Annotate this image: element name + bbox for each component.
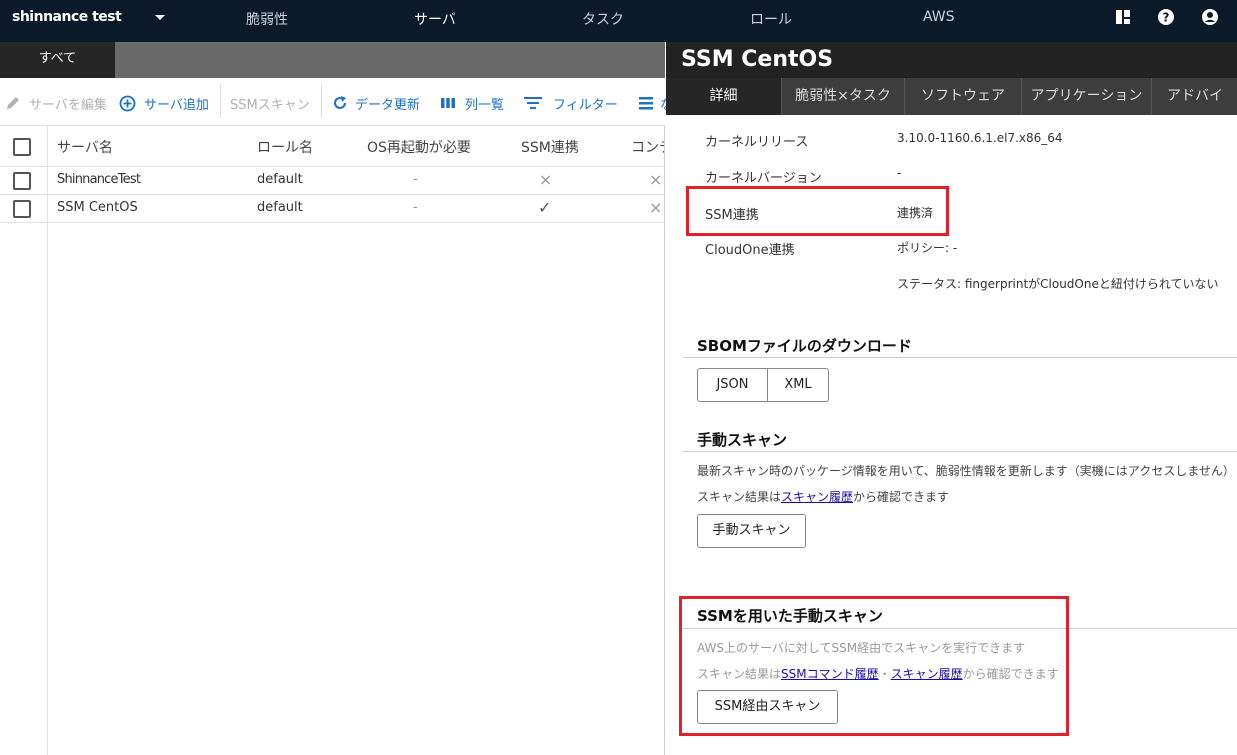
pencil-icon bbox=[7, 97, 19, 109]
ssm-status-cross-icon: × bbox=[539, 170, 553, 189]
detail-tabs: 詳細 脆弱性×タスク ソフトウェア アプリケーション アドバイ bbox=[666, 78, 1237, 115]
layout-icon[interactable] bbox=[1114, 8, 1132, 26]
caret-down-icon[interactable] bbox=[154, 11, 166, 23]
filter-button[interactable]: フィルター bbox=[524, 94, 618, 113]
refresh-icon bbox=[334, 96, 346, 109]
row-checkbox[interactable] bbox=[13, 172, 31, 190]
toolbar-divider bbox=[321, 84, 322, 118]
filter-icon bbox=[524, 97, 542, 109]
top-navbar: shinnance test 脆弱性 サーバ タスク ロール AWS ? bbox=[0, 0, 1237, 42]
cloudone-status-value: ステータス: fingerprintがCloudOneと紐付けられていない bbox=[897, 277, 1219, 291]
section-divider bbox=[683, 451, 1237, 452]
sbom-json-button[interactable]: JSON bbox=[697, 368, 768, 402]
ssm-link-value: 連携済 bbox=[897, 206, 934, 220]
ssm-scan-description: AWS上のサーバに対してSSM経由でスキャンを実行できます bbox=[697, 641, 1026, 655]
row-checkbox[interactable] bbox=[13, 200, 31, 218]
refresh-data-label: データ更新 bbox=[355, 98, 421, 113]
tab-application[interactable]: アプリケーション bbox=[1022, 78, 1152, 115]
column-header-reboot-required[interactable]: OS再起動が必要 bbox=[367, 137, 471, 157]
ssm-link-label: SSM連携 bbox=[705, 208, 759, 223]
kernel-version-value: - bbox=[897, 166, 902, 180]
result-note-prefix: スキャン結果は bbox=[697, 490, 782, 504]
add-server-label: サーバ追加 bbox=[144, 98, 209, 113]
column-header-server-name[interactable]: サーバ名 bbox=[57, 137, 113, 157]
server-detail-panel: SSM CentOS 詳細 脆弱性×タスク ソフトウェア アプリケーション アド… bbox=[666, 42, 1237, 755]
manual-scan-result-note: スキャン結果はスキャン履歴から確認できます bbox=[697, 488, 949, 505]
table-row[interactable]: SSM CentOS default - ✓ × bbox=[0, 195, 664, 223]
table-header-row: サーバ名 ロール名 OS再起動が必要 SSM連携 コンテ bbox=[0, 126, 664, 167]
tab-advisory[interactable]: アドバイ bbox=[1152, 78, 1237, 115]
columns-icon bbox=[441, 98, 455, 108]
columns-label: 列一覧 bbox=[465, 98, 505, 113]
panel-title: SSM CentOS bbox=[681, 47, 834, 72]
server-group-tabs: すべて bbox=[0, 42, 665, 78]
table-row[interactable]: ShinnanceTest default - × × bbox=[0, 167, 664, 195]
panel-header: SSM CentOS bbox=[666, 42, 1237, 78]
server-name-cell[interactable]: SSM CentOS bbox=[57, 200, 138, 215]
kernel-release-value: 3.10.0-1160.6.1.el7.x86_64 bbox=[897, 131, 1063, 145]
nav-vulnerability[interactable]: 脆弱性 bbox=[246, 9, 288, 29]
container-status-cross-icon: × bbox=[649, 170, 663, 189]
edit-server-button: サーバを編集 bbox=[5, 94, 107, 113]
add-server-button[interactable]: サーバ追加 bbox=[119, 94, 209, 113]
ssm-command-history-link[interactable]: SSMコマンド履歴 bbox=[781, 667, 879, 681]
refresh-data-button[interactable]: データ更新 bbox=[332, 94, 420, 113]
result-note-suffix: から確認できます bbox=[853, 490, 950, 504]
section-divider bbox=[683, 357, 1237, 358]
manual-scan-section-title: 手動スキャン bbox=[697, 431, 788, 449]
cloudone-link-label: CloudOne連携 bbox=[705, 243, 795, 258]
tab-vuln-task[interactable]: 脆弱性×タスク bbox=[782, 78, 905, 115]
ssm-scan-result-note: スキャン結果はSSMコマンド履歴・スキャン履歴から確認できます bbox=[697, 665, 1059, 682]
column-header-container[interactable]: コンテ bbox=[631, 137, 664, 157]
server-table: サーバ名 ロール名 OS再起動が必要 SSM連携 コンテ ShinnanceTe… bbox=[0, 126, 665, 755]
scan-history-link[interactable]: スキャン履歴 bbox=[891, 667, 963, 681]
edit-server-label: サーバを編集 bbox=[29, 98, 107, 113]
nav-role[interactable]: ロール bbox=[750, 9, 792, 29]
result-note-suffix: から確認できます bbox=[962, 667, 1059, 681]
tab-software[interactable]: ソフトウェア bbox=[905, 78, 1022, 115]
columns-button[interactable]: 列一覧 bbox=[440, 94, 504, 113]
reboot-cell: - bbox=[413, 200, 418, 215]
kernel-version-label: カーネルバージョン bbox=[705, 171, 822, 186]
tab-all[interactable]: すべて bbox=[0, 42, 115, 78]
column-header-role-name[interactable]: ロール名 bbox=[257, 137, 313, 157]
kernel-release-label: カーネルリリース bbox=[705, 135, 809, 150]
nav-task[interactable]: タスク bbox=[582, 9, 624, 29]
scan-history-link[interactable]: スキャン履歴 bbox=[781, 490, 853, 504]
add-circle-icon bbox=[119, 95, 136, 112]
org-name[interactable]: shinnance test bbox=[12, 9, 122, 25]
reboot-cell: - bbox=[413, 172, 418, 187]
filter-label: フィルター bbox=[553, 98, 618, 113]
svg-text:?: ? bbox=[1163, 11, 1170, 25]
ssm-scan-button: SSMスキャン bbox=[230, 98, 310, 113]
container-status-cross-icon: × bbox=[649, 198, 663, 217]
tab-details[interactable]: 詳細 bbox=[666, 78, 782, 115]
cloudone-policy-value: ポリシー: - bbox=[897, 241, 958, 255]
section-divider bbox=[683, 628, 1237, 629]
role-name-cell: default bbox=[257, 200, 303, 215]
help-icon[interactable]: ? bbox=[1157, 8, 1175, 26]
role-name-cell: default bbox=[257, 172, 303, 187]
ssm-status-check-icon: ✓ bbox=[538, 198, 552, 217]
manual-scan-description: 最新スキャン時のパッケージ情報を用いて、脆弱性情報を更新します（実機にはアクセス… bbox=[697, 464, 1235, 478]
server-name-cell[interactable]: ShinnanceTest bbox=[57, 172, 141, 187]
server-toolbar: サーバを編集 サーバ追加 SSMスキャン データ更新 列一覧 フィルター な bbox=[0, 78, 673, 126]
manual-scan-button[interactable]: 手動スキャン bbox=[697, 514, 806, 548]
ssm-scan-via-button[interactable]: SSM経由スキャン bbox=[697, 690, 838, 724]
link-separator: ・ bbox=[878, 667, 891, 681]
ssm-scan-section-title: SSMを用いた手動スキャン bbox=[697, 607, 883, 625]
menu-icon bbox=[639, 97, 653, 110]
select-all-checkbox[interactable] bbox=[13, 138, 31, 156]
result-note-prefix: スキャン結果は bbox=[697, 667, 782, 681]
sbom-section-title: SBOMファイルのダウンロード bbox=[697, 337, 912, 355]
column-header-ssm-link[interactable]: SSM連携 bbox=[521, 137, 579, 157]
nav-aws[interactable]: AWS bbox=[923, 9, 955, 25]
account-icon[interactable] bbox=[1201, 8, 1219, 26]
toolbar-divider bbox=[220, 84, 221, 118]
sbom-xml-button[interactable]: XML bbox=[767, 368, 829, 402]
nav-server[interactable]: サーバ bbox=[414, 9, 456, 29]
